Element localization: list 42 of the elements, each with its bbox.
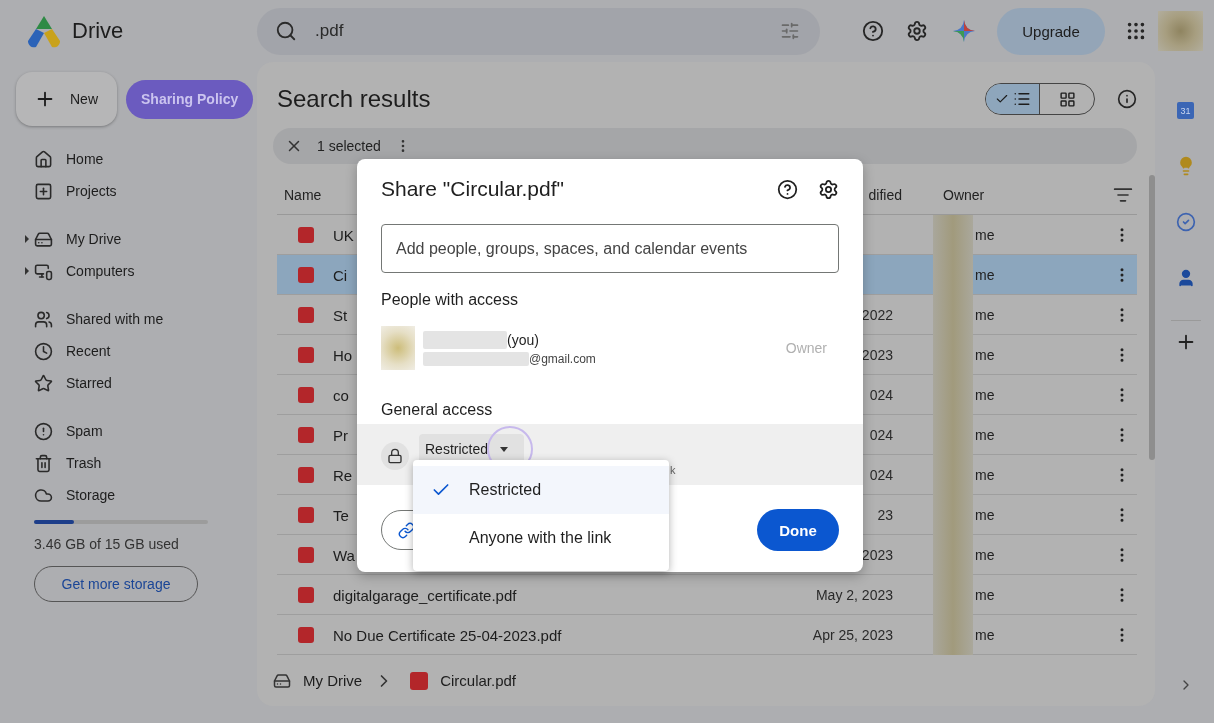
file-name: UK — [333, 226, 354, 244]
file-name: No Due Certificate 25-04-2023.pdf — [333, 626, 562, 644]
file-name: Pr — [333, 426, 348, 444]
owner-name: me — [974, 307, 995, 323]
file-name: Te — [333, 506, 349, 524]
modified-date: 024 — [869, 387, 893, 403]
file-name: digitalgarage_certificate.pdf — [333, 586, 517, 604]
dialog-title: Share "Circular.pdf" — [381, 177, 565, 201]
owner-name: me — [974, 467, 995, 483]
modified-date: 23 — [877, 507, 893, 523]
owner-name: me — [974, 627, 995, 643]
person-name: (you) — [507, 331, 539, 348]
file-name: Re — [333, 466, 353, 484]
owner-name: me — [974, 587, 995, 603]
owner-name: me — [974, 267, 995, 283]
modified-date: 024 — [869, 467, 893, 483]
person-email: @gmail.com — [529, 351, 596, 366]
section-heading: General access — [381, 401, 494, 420]
file-name: St — [333, 306, 348, 324]
app-name: Drive — [72, 18, 124, 44]
owner-name: me — [974, 547, 995, 563]
owner-name: me — [974, 387, 995, 403]
file-name: Ci — [333, 266, 348, 284]
owner-name: me — [974, 227, 995, 243]
modified-date: 024 — [869, 427, 893, 443]
selection-count: 1 selected — [317, 138, 381, 154]
storage-text: 3.46 GB of 15 GB used — [34, 536, 180, 552]
owner-name: me — [974, 507, 995, 523]
access-description: k — [670, 464, 676, 476]
file-name: Ho — [333, 346, 353, 364]
modified-date: 2023 — [861, 347, 893, 363]
modified-date: 2022 — [861, 307, 893, 323]
file-name: Wa — [333, 546, 355, 564]
file-name: co — [333, 386, 349, 404]
owner-name: me — [974, 427, 995, 443]
owner-name: me — [974, 347, 995, 363]
role-label: Owner — [785, 340, 827, 356]
section-heading: People with access — [381, 291, 519, 310]
modified-date: May 2, 2023 — [815, 587, 893, 603]
page-title: Search results — [277, 85, 432, 113]
modified-date: Apr 25, 2023 — [812, 627, 893, 643]
modified-date: 2023 — [861, 547, 893, 563]
